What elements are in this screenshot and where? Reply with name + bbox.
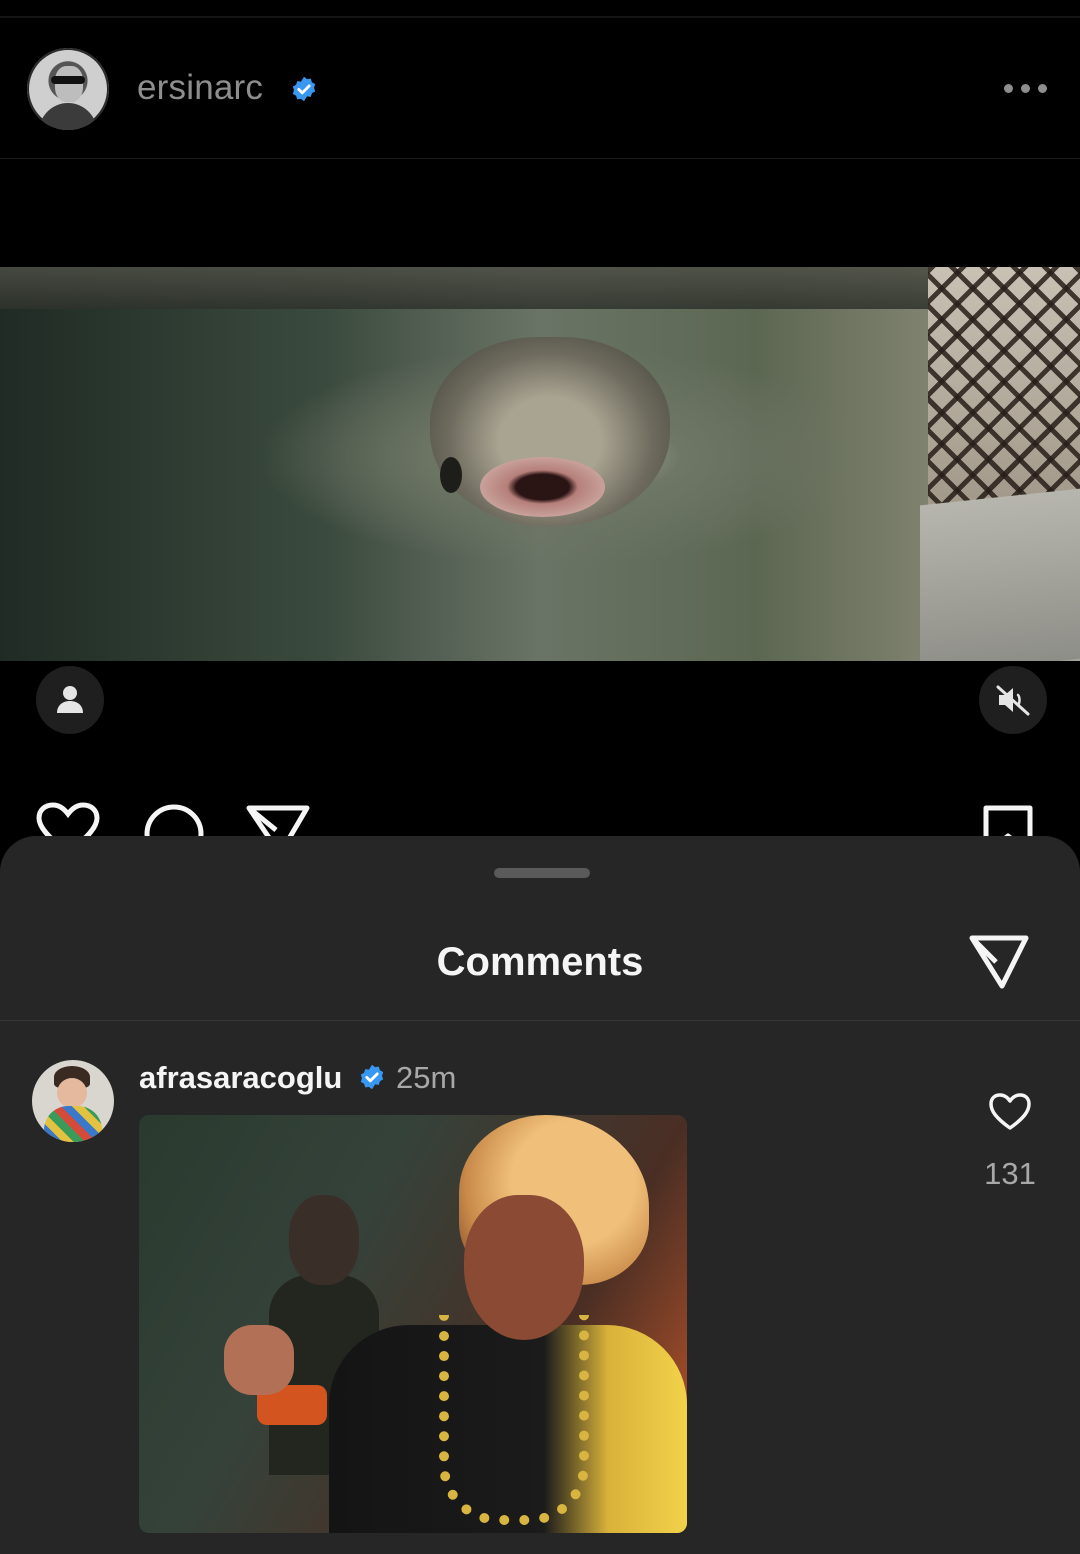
post-video[interactable] <box>0 267 1080 661</box>
post-username[interactable]: ersinarc <box>137 68 263 108</box>
comment-heart-icon[interactable] <box>988 1092 1032 1132</box>
mute-toggle-button[interactable] <box>979 666 1047 734</box>
avatar[interactable] <box>27 48 109 130</box>
gif-chain <box>439 1315 589 1525</box>
verified-badge-icon <box>360 1064 384 1090</box>
comment-time: 25m <box>396 1060 457 1095</box>
comments-title: Comments <box>436 940 644 984</box>
comment-like-count: 131 <box>984 1156 1036 1191</box>
comment-gif[interactable] <box>139 1115 687 1533</box>
speaker-muted-icon <box>996 685 1030 716</box>
avatar-glasses <box>51 76 85 84</box>
avatar-shirt <box>44 1106 102 1142</box>
avatar-face <box>57 1078 87 1108</box>
paper-plane-icon[interactable] <box>966 932 1032 992</box>
comment-username[interactable]: afrasaracoglu <box>139 1060 342 1096</box>
more-options-icon[interactable] <box>1004 82 1048 94</box>
video-fish-mouth <box>480 457 605 517</box>
sheet-drag-handle[interactable] <box>494 868 590 878</box>
avatar-body <box>39 103 97 130</box>
video-water-surface <box>0 267 940 309</box>
avatar-face <box>55 66 83 102</box>
verified-badge-icon <box>292 76 316 102</box>
sheet-divider <box>0 1020 1080 1021</box>
post-header: ersinarc <box>0 18 1080 159</box>
comments-sheet: Comments afrasaracoglu 25m 131 <box>0 836 1080 1554</box>
person-icon <box>57 686 83 713</box>
video-fish-eye <box>440 457 462 493</box>
gif-fist <box>224 1325 294 1395</box>
video-background-wall <box>920 488 1080 661</box>
comment-avatar[interactable] <box>32 1060 114 1142</box>
gif-background-head <box>289 1195 359 1285</box>
video-background-lattice <box>928 267 1080 527</box>
tagged-users-button[interactable] <box>36 666 104 734</box>
